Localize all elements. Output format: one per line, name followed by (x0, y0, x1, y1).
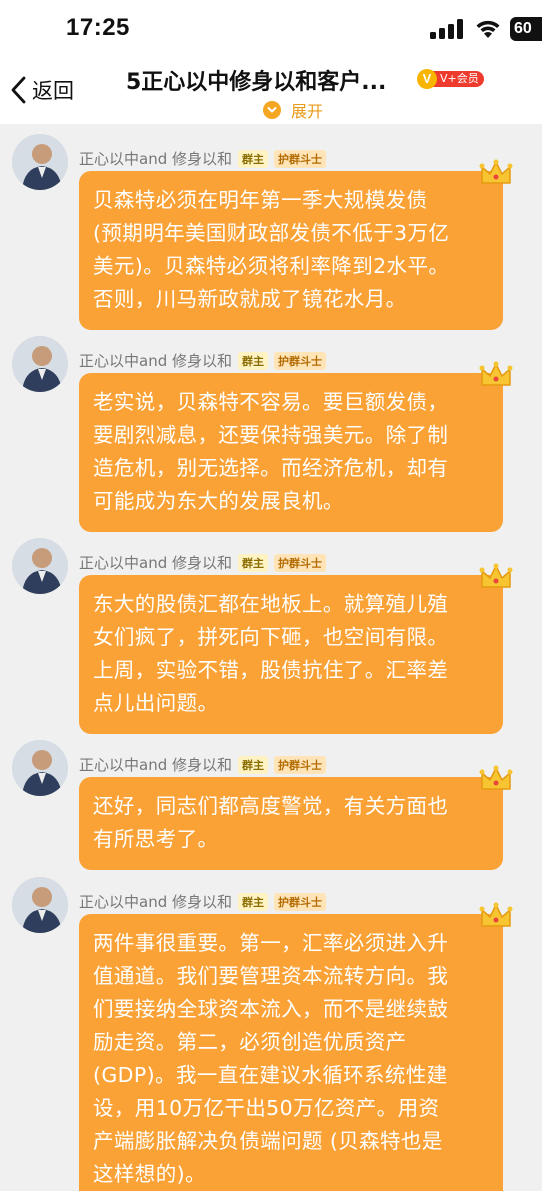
avatar[interactable] (12, 134, 68, 190)
status-time: 17:25 (66, 14, 130, 41)
sender-name[interactable]: 正心以中and 修身以和 (79, 552, 232, 573)
message-bubble[interactable]: 东大的股债汇都在地板上。就算殖儿殖 女们疯了，拼死向下砸，也空间有限。 上周，实… (79, 563, 513, 734)
nav-bar: 返回 5正心以中修身以和客户... V V+会员 展开 (0, 56, 542, 124)
avatar[interactable] (12, 336, 68, 392)
owner-badge: 群主 (238, 351, 268, 370)
sender-name[interactable]: 正心以中and 修身以和 (79, 350, 232, 371)
sender-row: 正心以中and 修身以和 群主 护群斗士 (79, 754, 326, 775)
battery-icon: 60 (510, 17, 542, 41)
status-bar: 17:25 60 (0, 0, 542, 56)
message-bubble[interactable]: 还好，同志们都高度警觉，有关方面也 有所思考了。 (79, 765, 513, 870)
message-bubble[interactable]: 两件事很重要。第一，汇率必须进入升 值通道。我们要管理资本流转方向。我 们要接纳… (79, 902, 513, 1191)
vip-text: V+会员 (432, 71, 484, 87)
back-button[interactable]: 返回 (8, 74, 74, 106)
message-text: 老实说，贝森特不容易。要巨额发债， 要剧烈减息，还要保持强美元。除了制 造危机，… (93, 390, 449, 513)
crown-icon (479, 361, 513, 386)
wifi-icon (476, 20, 500, 38)
sender-row: 正心以中and 修身以和 群主 护群斗士 (79, 350, 326, 371)
signal-icon (430, 19, 463, 39)
message-text: 还好，同志们都高度警觉，有关方面也 有所思考了。 (93, 794, 449, 851)
expand-button[interactable]: 展开 (263, 98, 323, 122)
vip-badge: V V+会员 (417, 69, 484, 89)
avatar[interactable] (12, 740, 68, 796)
crown-icon (479, 902, 513, 927)
crown-icon (479, 563, 513, 588)
owner-badge: 群主 (238, 149, 268, 168)
back-label: 返回 (32, 79, 74, 103)
message-text: 贝森特必须在明年第一季大规模发债 (预期明年美国财政部发债不低于3万亿 美元)。… (93, 188, 450, 311)
guardian-badge: 护群斗士 (274, 149, 326, 168)
crown-icon (479, 765, 513, 790)
guardian-badge: 护群斗士 (274, 892, 326, 911)
page-title: 5正心以中修身以和客户... (126, 70, 387, 95)
avatar[interactable] (12, 877, 68, 933)
expand-label: 展开 (291, 102, 324, 121)
sender-row: 正心以中and 修身以和 群主 护群斗士 (79, 148, 326, 169)
crown-icon (479, 159, 513, 184)
chevron-left-icon (11, 76, 26, 104)
sender-name[interactable]: 正心以中and 修身以和 (79, 148, 232, 169)
sender-name[interactable]: 正心以中and 修身以和 (79, 891, 232, 912)
owner-badge: 群主 (238, 553, 268, 572)
message-text: 东大的股债汇都在地板上。就算殖儿殖 女们疯了，拼死向下砸，也空间有限。 上周，实… (93, 592, 449, 715)
guardian-badge: 护群斗士 (274, 351, 326, 370)
sender-row: 正心以中and 修身以和 群主 护群斗士 (79, 552, 326, 573)
sender-row: 正心以中and 修身以和 群主 护群斗士 (79, 891, 326, 912)
vip-v-icon: V (417, 69, 437, 89)
message-text: 两件事很重要。第一，汇率必须进入升 值通道。我们要管理资本流转方向。我 们要接纳… (93, 931, 449, 1186)
sender-name[interactable]: 正心以中and 修身以和 (79, 754, 232, 775)
message-bubble[interactable]: 老实说，贝森特不容易。要巨额发债， 要剧烈减息，还要保持强美元。除了制 造危机，… (79, 361, 513, 532)
message-bubble[interactable]: 贝森特必须在明年第一季大规模发债 (预期明年美国财政部发债不低于3万亿 美元)。… (79, 159, 513, 330)
avatar[interactable] (12, 538, 68, 594)
chevron-down-icon (263, 101, 281, 119)
guardian-badge: 护群斗士 (274, 755, 326, 774)
owner-badge: 群主 (238, 892, 268, 911)
owner-badge: 群主 (238, 755, 268, 774)
guardian-badge: 护群斗士 (274, 553, 326, 572)
